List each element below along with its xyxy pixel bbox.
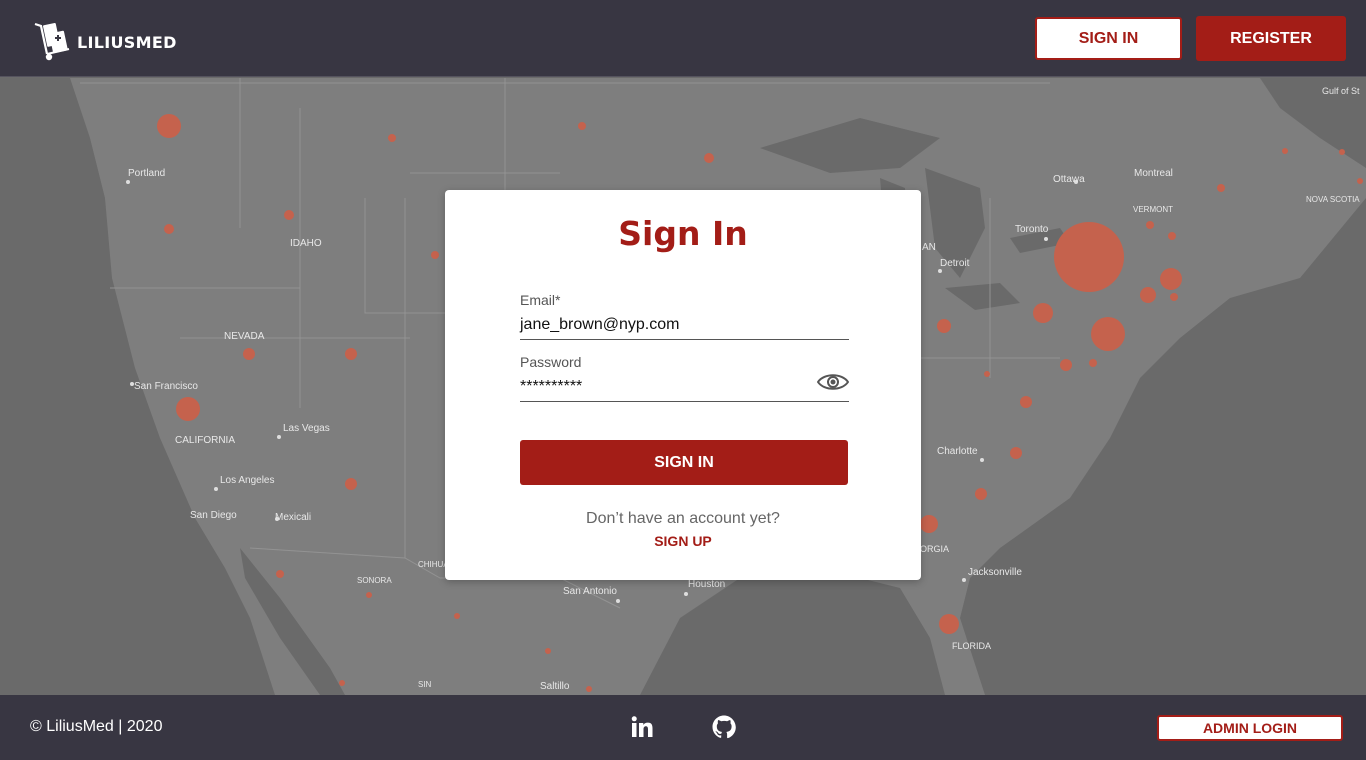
signin-submit-button[interactable]: SIGN IN [520,440,848,485]
signin-card: Sign In Email* jane_brown@nyp.com Passwo… [445,190,921,580]
copyright-text: © LiliusMed | 2020 [30,718,163,735]
brand-name: LILIUSMED [77,32,177,52]
password-label: Password [520,354,582,370]
header-register-button[interactable]: REGISTER [1196,16,1346,61]
show-password-eye-icon[interactable] [817,372,849,392]
top-navbar: LILIUSMED SIGN IN REGISTER [0,0,1366,77]
linkedin-icon[interactable] [630,715,654,739]
no-account-text: Don’t have an account yet? [586,510,780,527]
brand-logo[interactable]: LILIUSMED [33,18,177,62]
header-signin-button[interactable]: SIGN IN [1035,17,1182,60]
github-icon[interactable] [712,715,736,739]
admin-login-button[interactable]: ADMIN LOGIN [1157,715,1343,741]
footer: © LiliusMed | 2020 ADMIN LOGIN [0,695,1366,760]
password-field[interactable]: ********** [520,378,849,402]
email-field[interactable]: jane_brown@nyp.com [520,316,849,340]
signup-link[interactable]: SIGN UP [445,533,921,549]
email-label: Email* [520,292,561,308]
medical-cart-logo-icon [34,22,70,61]
signin-title: Sign In [618,214,748,253]
